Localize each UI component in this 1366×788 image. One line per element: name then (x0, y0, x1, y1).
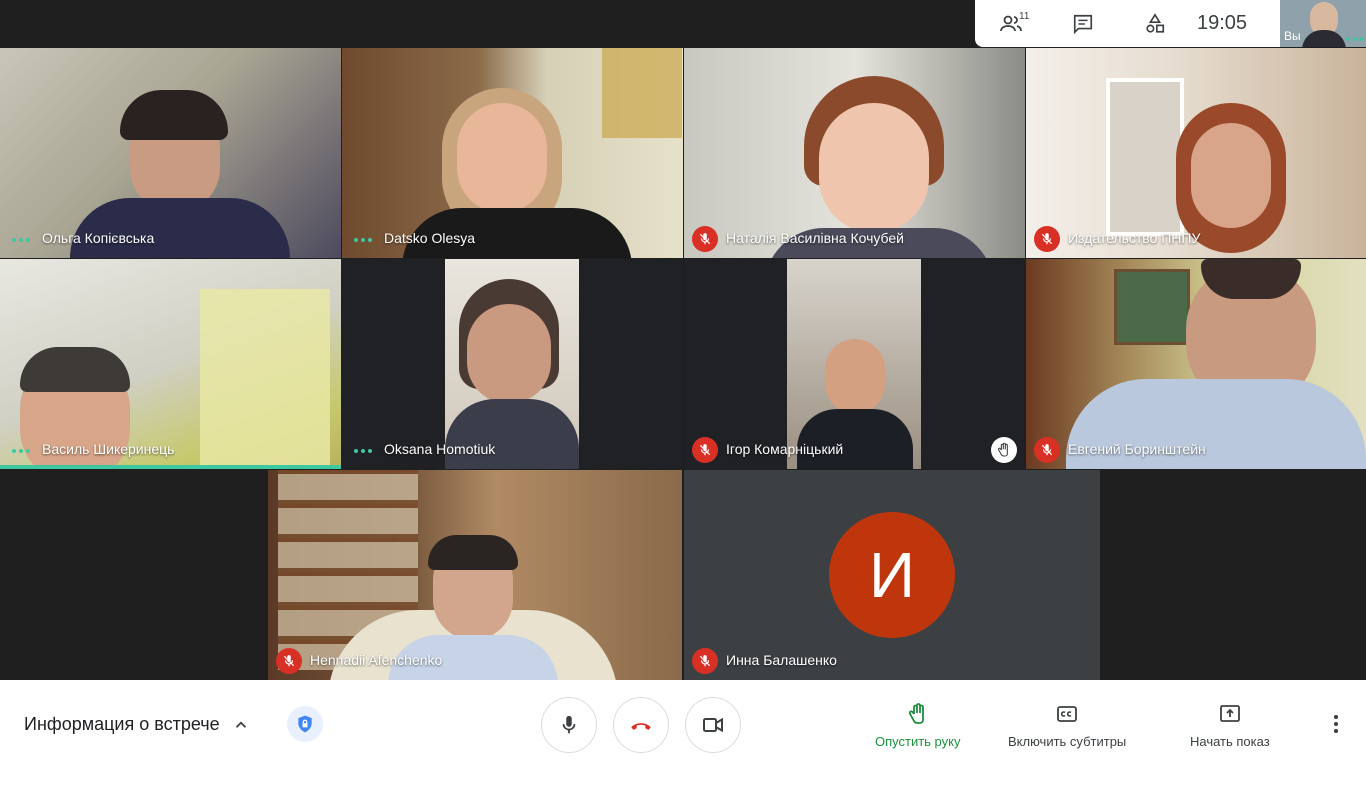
audio-activity-indicator (12, 449, 30, 453)
participant-tile-yevhenii[interactable]: Евгений Боринштейн (1026, 259, 1366, 469)
avatar-letter: И (869, 539, 915, 611)
hang-up-icon (631, 723, 651, 730)
participant-name: Наталія Василівна Кочубей (726, 230, 905, 246)
participant-tile-ihor[interactable]: Ігор Комарніцький (684, 259, 1025, 469)
captions-label: Включить субтитры (1008, 734, 1127, 749)
participant-name: Oksana Homotiuk (384, 441, 496, 457)
chat-icon (1073, 14, 1093, 34)
self-view-thumbnail[interactable]: Вы (1280, 0, 1366, 47)
present-button[interactable]: Начать показ (1190, 702, 1270, 749)
present-screen-icon (1219, 705, 1240, 722)
audio-activity-indicator (12, 238, 30, 242)
camera-button[interactable] (685, 697, 741, 753)
leave-call-button[interactable] (613, 697, 669, 753)
audio-activity-indicator (354, 238, 372, 242)
top-toolbar: 11 19:05 (975, 0, 1280, 47)
hand-icon (908, 703, 924, 724)
participant-name: Ольга Копієвська (42, 230, 155, 246)
present-label: Начать показ (1190, 734, 1270, 749)
microphone-icon (562, 715, 576, 734)
chevron-up-icon (235, 720, 246, 728)
participant-video (1026, 48, 1366, 258)
meeting-details-button[interactable]: Информация о встрече (24, 714, 250, 735)
participant-video (445, 259, 579, 469)
closed-captions-icon (1057, 706, 1078, 722)
mic-off-icon (276, 648, 302, 674)
participant-tile-vasyl[interactable]: Василь Шикеринець (0, 259, 341, 469)
activities-button[interactable] (1119, 0, 1191, 47)
meeting-info-label: Информация о встрече (24, 714, 220, 734)
avatar: И (829, 512, 955, 638)
participant-video (1026, 259, 1366, 469)
participant-video (0, 48, 341, 258)
video-camera-icon (703, 717, 723, 733)
active-speaker-bar (0, 465, 341, 469)
lower-hand-button[interactable]: Опустить руку (875, 702, 960, 749)
participant-name: Инна Балашенко (726, 652, 837, 668)
lower-hand-label: Опустить руку (875, 734, 961, 749)
participant-video (0, 259, 341, 469)
mic-off-icon (692, 437, 718, 463)
participant-video (268, 470, 682, 680)
chat-button[interactable] (1047, 0, 1119, 47)
participant-name: Василь Шикеринець (42, 441, 175, 457)
participant-name: Евгений Боринштейн (1068, 441, 1206, 457)
participant-tile-olha[interactable]: Ольга Копієвська (0, 48, 341, 258)
audio-activity-indicator (1346, 37, 1364, 41)
participant-tile-hennadii[interactable]: Hennadii Afenchenko (268, 470, 682, 680)
meeting-clock: 19:05 (1197, 12, 1248, 34)
self-label: Вы (1284, 29, 1301, 43)
participant-tile-natalia[interactable]: Наталія Василівна Кочубей (684, 48, 1025, 258)
bottom-toolbar: Информация о встрече Опустить руку Включ… (0, 680, 1366, 788)
participant-tile-datsko[interactable]: Datsko Olesya (342, 48, 683, 258)
participant-name: Издательство ПНПУ (1068, 230, 1201, 246)
microphone-button[interactable] (541, 697, 597, 753)
security-shield-icon[interactable] (287, 706, 323, 742)
participants-button[interactable]: 11 (975, 0, 1047, 47)
mic-off-icon (1034, 437, 1060, 463)
participant-tile-inna[interactable]: И Инна Балашенко (684, 470, 1100, 680)
more-vert-icon (1334, 715, 1338, 733)
more-options-button[interactable] (1322, 710, 1350, 738)
shapes-icon (1146, 12, 1165, 33)
participant-video (342, 48, 683, 258)
participant-video (787, 259, 921, 469)
mic-off-icon (692, 226, 718, 252)
raised-hand-icon (991, 437, 1017, 463)
captions-button[interactable]: Включить субтитры (1008, 702, 1126, 749)
participants-count: 11 (1019, 11, 1030, 22)
participant-name: Ігор Комарніцький (726, 441, 844, 457)
participant-tile-pnpu[interactable]: Издательство ПНПУ (1026, 48, 1366, 258)
audio-activity-indicator (354, 449, 372, 453)
participant-name: Hennadii Afenchenko (310, 652, 443, 668)
mic-off-icon (1034, 226, 1060, 252)
participant-name: Datsko Olesya (384, 230, 476, 246)
participant-tile-oksana[interactable]: Oksana Homotiuk (342, 259, 683, 469)
mic-off-icon (692, 648, 718, 674)
participant-video (684, 48, 1025, 258)
